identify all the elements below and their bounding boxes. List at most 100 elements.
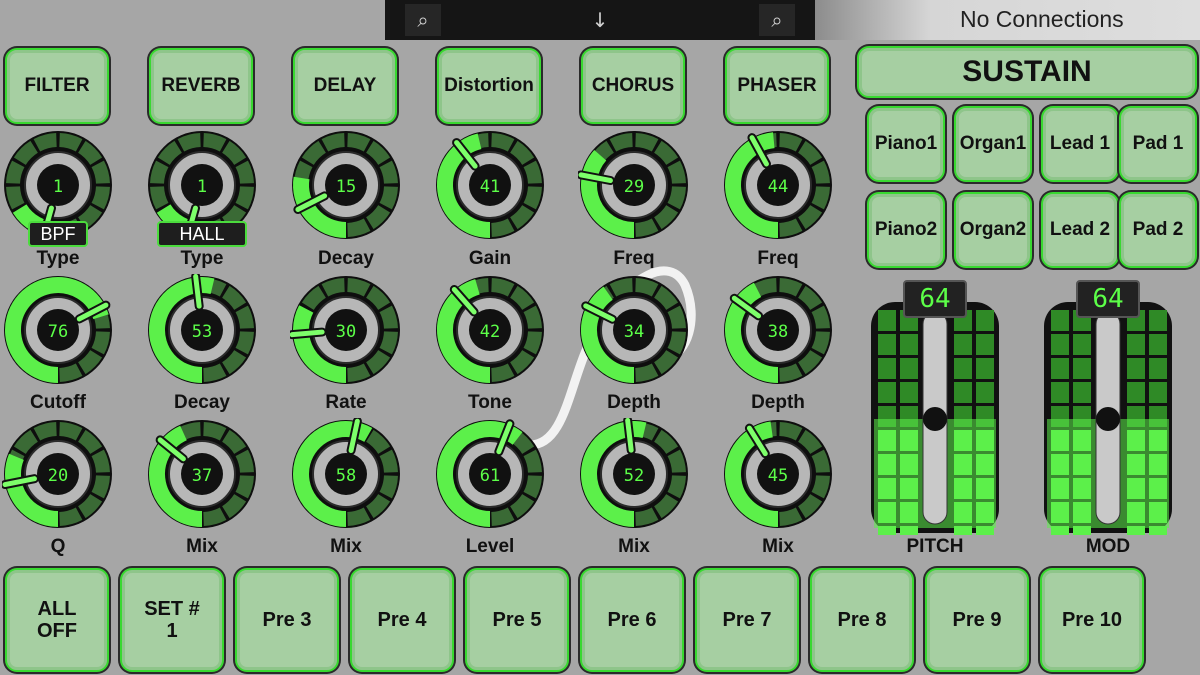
knob-label: Type — [180, 248, 224, 269]
knob-dial[interactable]: 53 — [146, 271, 258, 386]
knob-2-3[interactable]: 61 — [434, 418, 546, 530]
preset-lead2-button[interactable]: Lead 2 — [1041, 192, 1119, 268]
knob-value: 52 — [624, 466, 644, 486]
knob-dial[interactable]: 15 — [290, 129, 402, 241]
knob-dial[interactable]: 52 — [578, 415, 690, 530]
knob-dial[interactable]: 37 — [146, 418, 258, 530]
knob-value: 76 — [48, 322, 68, 342]
preset-8-button[interactable]: Pre 8 — [810, 568, 914, 672]
knob-2-2[interactable]: 58 — [290, 416, 402, 530]
sustain-button[interactable]: SUSTAIN — [857, 46, 1197, 98]
mod-label: MOD — [1085, 536, 1131, 557]
knob-label: Type — [36, 248, 80, 269]
delay-button[interactable]: DELAY — [293, 48, 397, 124]
knob-0-5[interactable]: 44 — [722, 129, 834, 241]
knob-value: 58 — [336, 466, 356, 486]
slider-thumb — [923, 407, 947, 431]
knob-value: 61 — [480, 466, 500, 486]
knob-dial[interactable]: 38 — [722, 274, 834, 386]
knob-dial[interactable]: 29 — [576, 129, 690, 241]
knob-mode-tag[interactable]: BPF — [28, 221, 88, 247]
zoom-icon[interactable]: ⌕ — [405, 4, 441, 36]
knob-dial[interactable]: 30 — [287, 274, 402, 386]
knob-dial[interactable]: 45 — [722, 418, 834, 530]
knob-2-5[interactable]: 45 — [722, 418, 834, 530]
knob-dial[interactable]: 61 — [434, 418, 546, 530]
knob-value: 44 — [768, 177, 788, 197]
knob-label: Depth — [751, 392, 805, 413]
reverb-button[interactable]: REVERB — [149, 48, 253, 124]
preset-organ2-button[interactable]: Organ2 — [954, 192, 1032, 268]
preset-piano2-button[interactable]: Piano2 — [867, 192, 945, 268]
preset-lead1-button[interactable]: Lead 1 — [1041, 106, 1119, 182]
knob-value: 38 — [768, 322, 788, 342]
phaser-button[interactable]: PHASER — [725, 48, 829, 124]
knob-label: Mix — [186, 536, 218, 557]
preset-4-button[interactable]: Pre 4 — [350, 568, 454, 672]
knob-dial[interactable]: 58 — [290, 416, 402, 530]
knob-pointer — [289, 329, 325, 338]
knob-value: 20 — [48, 466, 68, 486]
knob-dial[interactable]: 20 — [0, 418, 114, 530]
knob-pointer — [625, 417, 634, 453]
preset-pad1-button[interactable]: Pad 1 — [1119, 106, 1197, 182]
knob-2-0[interactable]: 20 — [0, 418, 114, 530]
knob-dial[interactable]: 76 — [2, 274, 114, 386]
knob-label: Depth — [607, 392, 661, 413]
pitch-readout: 64 — [903, 280, 967, 318]
knob-dial[interactable]: 41 — [434, 129, 546, 241]
connection-status: No Connections — [960, 6, 1124, 32]
knob-0-2[interactable]: 15 — [290, 129, 402, 241]
preset-piano1-button[interactable]: Piano1 — [867, 106, 945, 182]
knob-1-5[interactable]: 38 — [722, 274, 834, 386]
knob-label: Mix — [330, 536, 362, 557]
knob-dial[interactable]: 42 — [434, 274, 546, 386]
slider-thumb — [1096, 407, 1120, 431]
chorus-button[interactable]: CHORUS — [581, 48, 685, 124]
knob-value: 15 — [336, 177, 356, 197]
knob-label: Decay — [318, 248, 374, 269]
knob-1-0[interactable]: 76 — [2, 274, 114, 386]
knob-value: 37 — [192, 466, 212, 486]
knob-dial[interactable]: 34 — [578, 274, 690, 386]
pitch-slider[interactable] — [870, 292, 1000, 535]
mod-slider[interactable] — [1043, 292, 1173, 535]
filter-button[interactable]: FILTER — [5, 48, 109, 124]
preset-6-button[interactable]: Pre 6 — [580, 568, 684, 672]
preset-pad2-button[interactable]: Pad 2 — [1119, 192, 1197, 268]
preset-7-button[interactable]: Pre 7 — [695, 568, 799, 672]
distortion-button[interactable]: Distortion — [437, 48, 541, 124]
knob-value: 45 — [768, 466, 788, 486]
mod-readout: 64 — [1076, 280, 1140, 318]
knob-1-4[interactable]: 34 — [578, 274, 690, 386]
knob-1-2[interactable]: 30 — [287, 274, 402, 386]
preset-9-button[interactable]: Pre 9 — [925, 568, 1029, 672]
knob-label: Rate — [325, 392, 367, 413]
download-icon[interactable]: ↓ — [582, 4, 618, 36]
preset-organ1-button[interactable]: Organ1 — [954, 106, 1032, 182]
knob-value: 41 — [480, 177, 500, 197]
knob-1-3[interactable]: 42 — [434, 274, 546, 386]
knob-label: Cutoff — [30, 392, 86, 413]
knob-1-1[interactable]: 53 — [146, 271, 258, 386]
knob-pointer — [193, 273, 202, 309]
all-off-button[interactable]: ALL OFF — [5, 568, 109, 672]
preset-10-button[interactable]: Pre 10 — [1040, 568, 1144, 672]
zoom-icon[interactable]: ⌕ — [759, 4, 795, 36]
knob-2-4[interactable]: 52 — [578, 415, 690, 530]
knob-value: 1 — [197, 177, 207, 197]
preset-5-button[interactable]: Pre 5 — [465, 568, 569, 672]
knob-value: 42 — [480, 322, 500, 342]
knob-2-1[interactable]: 37 — [146, 418, 258, 530]
set-button[interactable]: SET # 1 — [120, 568, 224, 672]
knob-label: Tone — [468, 392, 512, 413]
knob-0-3[interactable]: 41 — [434, 129, 546, 241]
knob-value: 1 — [53, 177, 63, 197]
knob-label: Gain — [468, 248, 512, 269]
knob-mode-tag[interactable]: HALL — [157, 221, 247, 247]
knob-label: Freq — [613, 248, 655, 269]
knob-0-4[interactable]: 29 — [576, 129, 690, 241]
preset-3-button[interactable]: Pre 3 — [235, 568, 339, 672]
knob-value: 29 — [624, 177, 644, 197]
knob-dial[interactable]: 44 — [722, 129, 834, 241]
